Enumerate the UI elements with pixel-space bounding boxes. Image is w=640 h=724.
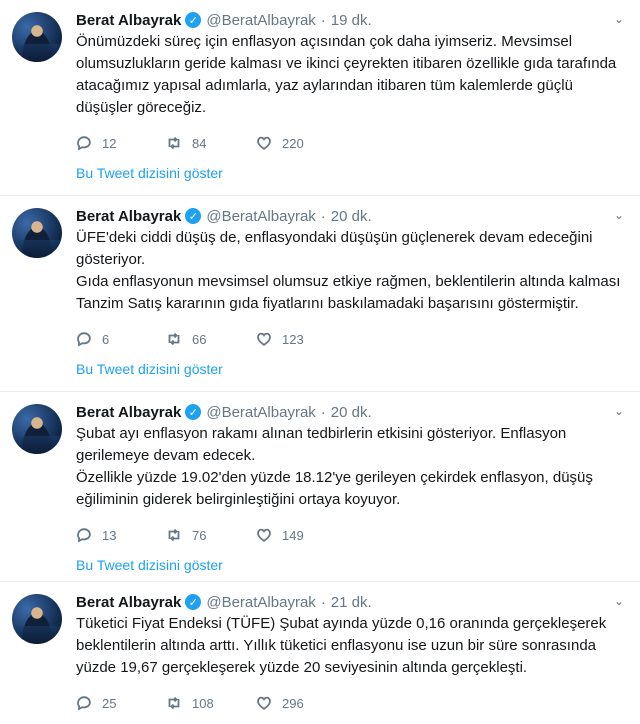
author-handle[interactable]: @BeratAlbayrak (206, 208, 315, 225)
tweet-text-line: ÜFE'deki ciddi düşüş de, enflasyondaki d… (76, 229, 593, 246)
reply-count: 13 (102, 527, 117, 543)
retweet-icon (166, 527, 182, 543)
tweet-text-line: gerilemeye devam edecek. (76, 447, 256, 464)
tweet-header: Berat Albayrak ✓ @BeratAlbayrak · 19 dk. (76, 10, 626, 30)
heart-icon (256, 527, 272, 543)
reply-icon (76, 695, 92, 711)
verified-badge-icon: ✓ (185, 594, 202, 610)
tweet-text: Şubat ayı enflasyon rakamı alınan tedbir… (76, 423, 626, 511)
author-handle[interactable]: @BeratAlbayrak (206, 594, 315, 611)
reply-icon (76, 527, 92, 543)
separator-dot: · (320, 593, 326, 611)
verified-badge-icon: ✓ (185, 12, 202, 28)
like-button[interactable]: 220 (256, 135, 346, 151)
reply-button[interactable]: 13 (76, 527, 166, 543)
chevron-down-icon[interactable]: ⌄ (614, 12, 624, 26)
tweet-header: Berat Albayrak ✓ @BeratAlbayrak · 20 dk. (76, 206, 626, 226)
retweet-button[interactable]: 76 (166, 527, 256, 543)
heart-icon (256, 135, 272, 151)
show-thread-link[interactable]: Bu Tweet dizisini göster (76, 557, 626, 573)
tweet-text-line: düşüşler göreceğiz. (76, 99, 207, 116)
avatar[interactable] (12, 404, 62, 454)
retweet-icon (166, 135, 182, 151)
tweet-text-line: gösteriyor. (76, 251, 146, 268)
heart-icon (256, 695, 272, 711)
timestamp[interactable]: 20 dk. (331, 208, 372, 225)
author-handle[interactable]: @BeratAlbayrak (206, 404, 315, 421)
tweet-text-line: Tanzim Satış kararının gıda fiyatlarını … (76, 295, 579, 312)
retweet-count: 84 (192, 135, 207, 151)
like-button[interactable]: 296 (256, 695, 346, 711)
author-name[interactable]: Berat Albayrak (76, 594, 181, 611)
tweet-text-line: Gıda enflasyonun mevsimsel olumsuz etkiy… (76, 273, 621, 290)
chevron-down-icon[interactable]: ⌄ (614, 404, 624, 418)
heart-icon (256, 331, 272, 347)
retweet-icon (166, 331, 182, 347)
separator-dot: · (320, 11, 326, 29)
author-name[interactable]: Berat Albayrak (76, 12, 181, 29)
timestamp[interactable]: 19 dk. (331, 12, 372, 29)
tweet-text-line: atacağımız yapısal adımlarla, yaz ayları… (76, 77, 573, 94)
show-thread-link[interactable]: Bu Tweet dizisini göster (76, 361, 626, 377)
tweet-text: Tüketici Fiyat Endeksi (TÜFE) Şubat ayın… (76, 613, 626, 679)
verified-badge-icon: ✓ (185, 404, 202, 420)
like-count: 220 (282, 135, 304, 151)
reply-count: 6 (102, 331, 110, 347)
tweet[interactable]: ⌄ Berat Albayrak ✓ @BeratAlbayrak · 20 d… (0, 196, 640, 392)
like-count: 296 (282, 695, 304, 711)
tweet[interactable]: ⌄ Berat Albayrak ✓ @BeratAlbayrak · 20 d… (0, 392, 640, 582)
tweet-text-line: Tüketici Fiyat Endeksi (TÜFE) Şubat ayın… (76, 615, 607, 632)
retweet-button[interactable]: 84 (166, 135, 256, 151)
tweet-text-line: Özellikle yüzde 19.02'den yüzde 18.12'ye… (76, 469, 593, 486)
author-name[interactable]: Berat Albayrak (76, 404, 181, 421)
tweet-actions: 13 76 149 (76, 525, 626, 545)
reply-button[interactable]: 6 (76, 331, 166, 347)
timestamp[interactable]: 20 dk. (331, 404, 372, 421)
chevron-down-icon[interactable]: ⌄ (614, 208, 624, 222)
tweet-actions: 6 66 123 (76, 329, 626, 349)
reply-icon (76, 135, 92, 151)
tweet-actions: 25 108 296 (76, 693, 626, 713)
avatar[interactable] (12, 208, 62, 258)
timestamp[interactable]: 21 dk. (331, 594, 372, 611)
reply-count: 25 (102, 695, 117, 711)
tweet-header: Berat Albayrak ✓ @BeratAlbayrak · 21 dk. (76, 592, 626, 612)
verified-badge-icon: ✓ (185, 208, 202, 224)
reply-count: 12 (102, 135, 117, 151)
retweet-icon (166, 695, 182, 711)
author-handle[interactable]: @BeratAlbayrak (206, 12, 315, 29)
tweet-feed: ⌄ Berat Albayrak ✓ @BeratAlbayrak · 19 d… (0, 0, 640, 724)
retweet-button[interactable]: 108 (166, 695, 256, 711)
tweet[interactable]: ⌄ Berat Albayrak ✓ @BeratAlbayrak · 21 d… (0, 582, 640, 724)
chevron-down-icon[interactable]: ⌄ (614, 594, 624, 608)
separator-dot: · (320, 207, 326, 225)
retweet-count: 76 (192, 527, 207, 543)
show-thread-link[interactable]: Bu Tweet dizisini göster (76, 165, 626, 181)
reply-icon (76, 331, 92, 347)
tweet-header: Berat Albayrak ✓ @BeratAlbayrak · 20 dk. (76, 402, 626, 422)
like-button[interactable]: 149 (256, 527, 346, 543)
reply-button[interactable]: 25 (76, 695, 166, 711)
tweet-text-line: Şubat ayı enflasyon rakamı alınan tedbir… (76, 425, 567, 442)
retweet-count: 108 (192, 695, 214, 711)
tweet-text-line: eğiliminin giderek belirginleştiğini ort… (76, 491, 401, 508)
avatar[interactable] (12, 12, 62, 62)
tweet-text-line: olumsuzlukların geride kalması ve ikinci… (76, 55, 617, 72)
separator-dot: · (320, 403, 326, 421)
like-button[interactable]: 123 (256, 331, 346, 347)
tweet[interactable]: ⌄ Berat Albayrak ✓ @BeratAlbayrak · 19 d… (0, 0, 640, 196)
like-count: 123 (282, 331, 304, 347)
tweet-text: ÜFE'deki ciddi düşüş de, enflasyondaki d… (76, 227, 626, 315)
like-count: 149 (282, 527, 304, 543)
tweet-text-line: beklentilerin altında arttı. Yıllık tüke… (76, 637, 597, 654)
retweet-count: 66 (192, 331, 207, 347)
tweet-text: Önümüzdeki süreç için enflasyon açısında… (76, 31, 626, 119)
tweet-text-line: yüzde 19,67 gerçekleşerek yüzde 20 seviy… (76, 659, 528, 676)
author-name[interactable]: Berat Albayrak (76, 208, 181, 225)
tweet-actions: 12 84 220 (76, 133, 626, 153)
retweet-button[interactable]: 66 (166, 331, 256, 347)
avatar[interactable] (12, 594, 62, 644)
tweet-text-line: Önümüzdeki süreç için enflasyon açısında… (76, 33, 573, 50)
reply-button[interactable]: 12 (76, 135, 166, 151)
